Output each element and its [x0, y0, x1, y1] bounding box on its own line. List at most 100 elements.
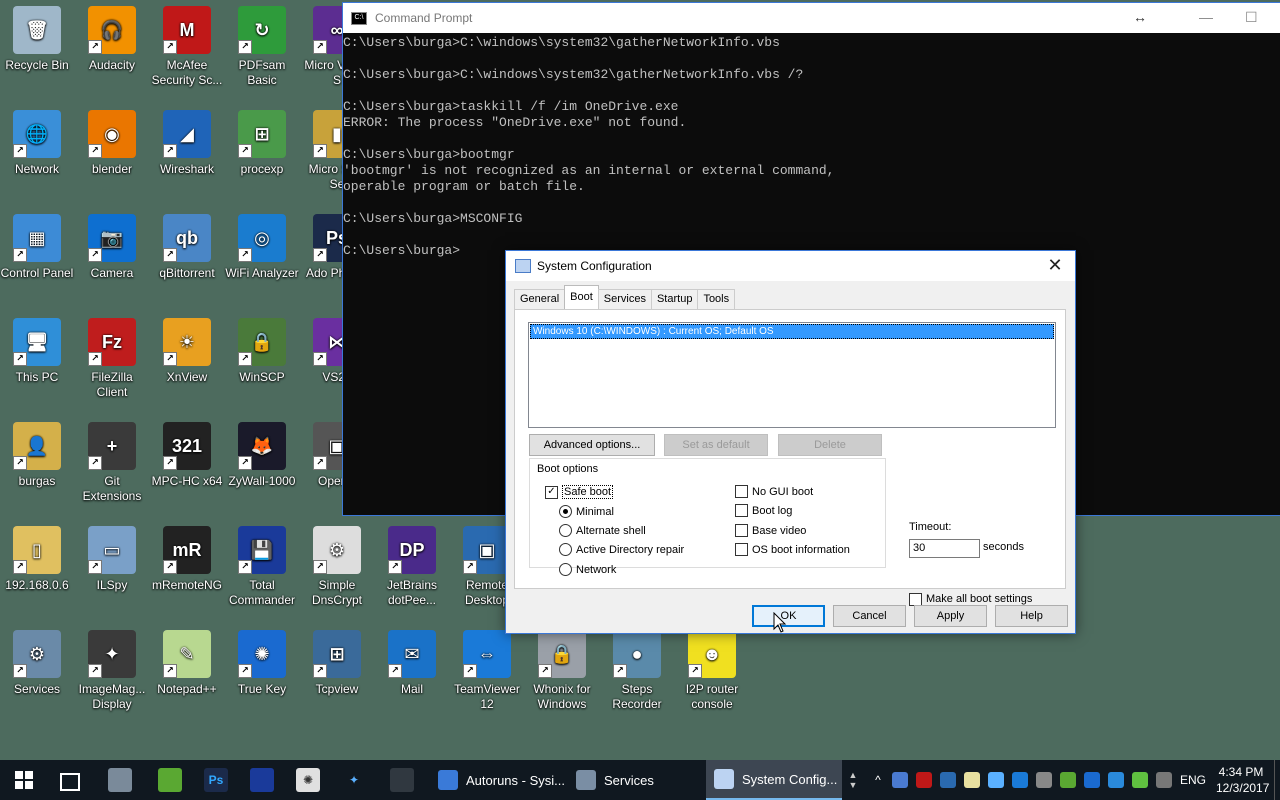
apply-button[interactable]: Apply — [914, 605, 987, 627]
console-output[interactable]: C:\Users\burga>C:\windows\system32\gathe… — [343, 33, 1280, 259]
close-icon[interactable]: ✕ — [1043, 255, 1067, 276]
checkbox-base-video[interactable]: Base video — [735, 524, 806, 537]
os-list[interactable]: Windows 10 (C:\WINDOWS) : Current OS; De… — [528, 322, 1056, 428]
desktop-icon[interactable]: 👤 ↗ burgas — [0, 416, 74, 489]
cmd-title-bar[interactable]: C:\ Command Prompt ↔ — ☐ — [343, 3, 1280, 33]
radio-alternate-shell[interactable]: Alternate shell — [559, 524, 646, 537]
radio-active-directory-repair[interactable]: Active Directory repair — [559, 543, 684, 556]
tray-icon[interactable] — [1084, 772, 1100, 788]
checkbox-boot-log[interactable]: Boot log — [735, 504, 792, 517]
desktop-icon[interactable]: ☻ ↗ I2P router console — [675, 624, 749, 712]
desktop-icon[interactable]: 🌐 ↗ Network — [0, 104, 74, 177]
desktop-icon[interactable]: 🦊 ↗ ZyWall-1000 — [225, 416, 299, 489]
desktop-icon[interactable]: ⚙ ↗ Simple DnsCrypt — [300, 520, 374, 608]
tab-boot[interactable]: Boot — [564, 285, 599, 312]
clock[interactable]: 4:34 PM 12/3/2017 — [1216, 764, 1269, 796]
pinned-app-icon[interactable] — [158, 768, 182, 792]
tray-icon[interactable] — [964, 772, 980, 788]
tray-icon[interactable] — [1012, 772, 1028, 788]
safe-boot-check[interactable]: ✓ — [545, 485, 558, 499]
desktop-icon[interactable]: ⇔ ↗ TeamViewer 12 — [450, 624, 524, 712]
desktop-icon[interactable]: 🔒 ↗ Whonix for Windows — [525, 624, 599, 712]
desktop-icon[interactable]: ☀ ↗ XnView — [150, 312, 224, 385]
timeout-input[interactable]: 30 — [909, 539, 980, 558]
desktop-icon[interactable]: 💾 ↗ Total Commander — [225, 520, 299, 608]
desktop-icon[interactable]: ◉ ↗ blender — [75, 104, 149, 177]
pinned-app-icon[interactable]: ✺ — [296, 768, 320, 792]
desktop-icon[interactable]: ✦ ↗ ImageMag... Display — [75, 624, 149, 712]
radio-minimal[interactable]: Minimal — [559, 505, 614, 518]
show-desktop-button[interactable] — [1274, 760, 1280, 800]
desktop-icon[interactable]: 🔒 ↗ WinSCP — [225, 312, 299, 385]
tray-icon[interactable] — [1108, 772, 1124, 788]
help-button[interactable]: Help — [995, 605, 1068, 627]
start-button[interactable] — [12, 768, 36, 792]
tray-icon[interactable] — [1060, 772, 1076, 788]
tray-icon[interactable] — [1132, 772, 1148, 788]
delete-button[interactable]: Delete — [778, 434, 882, 456]
desktop-icon[interactable]: M ↗ McAfee Security Sc... — [150, 0, 224, 88]
advanced-options-button[interactable]: Advanced options... — [529, 434, 655, 456]
desktop-icon[interactable]: ⊞ ↗ procexp — [225, 104, 299, 177]
tab-services[interactable]: Services — [597, 289, 652, 309]
desktop-icon[interactable]: 🎧 ↗ Audacity — [75, 0, 149, 73]
volume-icon[interactable] — [1156, 772, 1172, 788]
checkbox[interactable] — [735, 504, 748, 517]
desktop-icon[interactable]: Fz ↗ FileZilla Client — [75, 312, 149, 400]
desktop-icon[interactable]: 🖥 ↗ This PC — [0, 312, 74, 385]
tray-icon[interactable] — [892, 772, 908, 788]
desktop-icon[interactable]: DP ↗ JetBrains dotPee... — [375, 520, 449, 608]
desktop-icon[interactable]: ⚙ ↗ Services — [0, 624, 74, 697]
task-view-icon[interactable] — [60, 773, 80, 791]
desktop-icon[interactable]: ▯ ↗ 192.168.0.6 — [0, 520, 74, 593]
desktop-icon[interactable]: mR ↗ mRemoteNG — [150, 520, 224, 593]
checkbox-os-boot-information[interactable]: OS boot information — [735, 543, 850, 556]
tray-icon[interactable] — [916, 772, 932, 788]
photoshop-icon[interactable]: Ps — [204, 768, 228, 792]
cancel-button[interactable]: Cancel — [833, 605, 906, 627]
os-list-item[interactable]: Windows 10 (C:\WINDOWS) : Current OS; De… — [530, 324, 1054, 339]
desktop-icon[interactable]: ✺ ↗ True Key — [225, 624, 299, 697]
total-commander-icon[interactable] — [250, 768, 274, 792]
desktop-icon[interactable]: ↻ ↗ PDFsam Basic — [225, 0, 299, 88]
ok-button[interactable]: OK — [752, 605, 825, 627]
taskbar-scroll-arrows[interactable]: ▲ ▼ — [846, 768, 860, 792]
checkbox[interactable] — [735, 524, 748, 537]
radio-button[interactable] — [559, 563, 572, 576]
checkbox[interactable] — [735, 485, 748, 498]
tray-icon[interactable] — [988, 772, 1004, 788]
desktop-icon[interactable]: ✎ ↗ Notepad++ — [150, 624, 224, 697]
pinned-app-icon[interactable] — [108, 768, 132, 792]
desktop-icon[interactable]: ◎ ↗ WiFi Analyzer — [225, 208, 299, 281]
tab-startup[interactable]: Startup — [650, 289, 699, 309]
desktop-icon[interactable]: 321 ↗ MPC-HC x64 — [150, 416, 224, 489]
desktop-icon[interactable]: 📷 ↗ Camera — [75, 208, 149, 281]
desktop-icon[interactable]: + ↗ Git Extensions — [75, 416, 149, 504]
desktop-icon[interactable]: qb ↗ qBittorrent — [150, 208, 224, 281]
desktop-icon[interactable]: ◢ ↗ Wireshark — [150, 104, 224, 177]
desktop-icon[interactable]: ● ↗ Steps Recorder — [600, 624, 674, 712]
tab-general[interactable]: General — [514, 289, 566, 309]
radio-button[interactable] — [559, 524, 572, 537]
radio-button[interactable] — [559, 505, 572, 518]
radio-button[interactable] — [559, 543, 572, 556]
chevron-up-icon[interactable]: ^ — [866, 768, 890, 792]
minimize-button[interactable]: — — [1199, 9, 1213, 25]
taskbar-app-services[interactable]: Services — [568, 760, 704, 800]
tray-icon[interactable] — [940, 772, 956, 788]
pinned-app-icon[interactable] — [390, 768, 414, 792]
language-indicator[interactable]: ENG — [1178, 768, 1208, 792]
safe-boot-checkbox[interactable]: ✓ Safe boot — [545, 485, 614, 499]
wifi-icon[interactable] — [1036, 772, 1052, 788]
taskbar-app-autoruns[interactable]: Autoruns - Sysi... — [430, 760, 566, 800]
set-as-default-button[interactable]: Set as default — [664, 434, 768, 456]
desktop-icon[interactable]: ⊞ ↗ Tcpview — [300, 624, 374, 697]
tab-tools[interactable]: Tools — [697, 289, 736, 309]
desktop-icon[interactable]: ✉ ↗ Mail — [375, 624, 449, 697]
checkbox[interactable] — [735, 543, 748, 556]
maximize-button[interactable]: ☐ — [1245, 9, 1258, 26]
checkbox-no-gui-boot[interactable]: No GUI boot — [735, 485, 813, 498]
share-icon[interactable]: ✦ — [342, 768, 366, 792]
desktop-icon[interactable]: ▭ ↗ ILSpy — [75, 520, 149, 593]
radio-network[interactable]: Network — [559, 563, 616, 576]
